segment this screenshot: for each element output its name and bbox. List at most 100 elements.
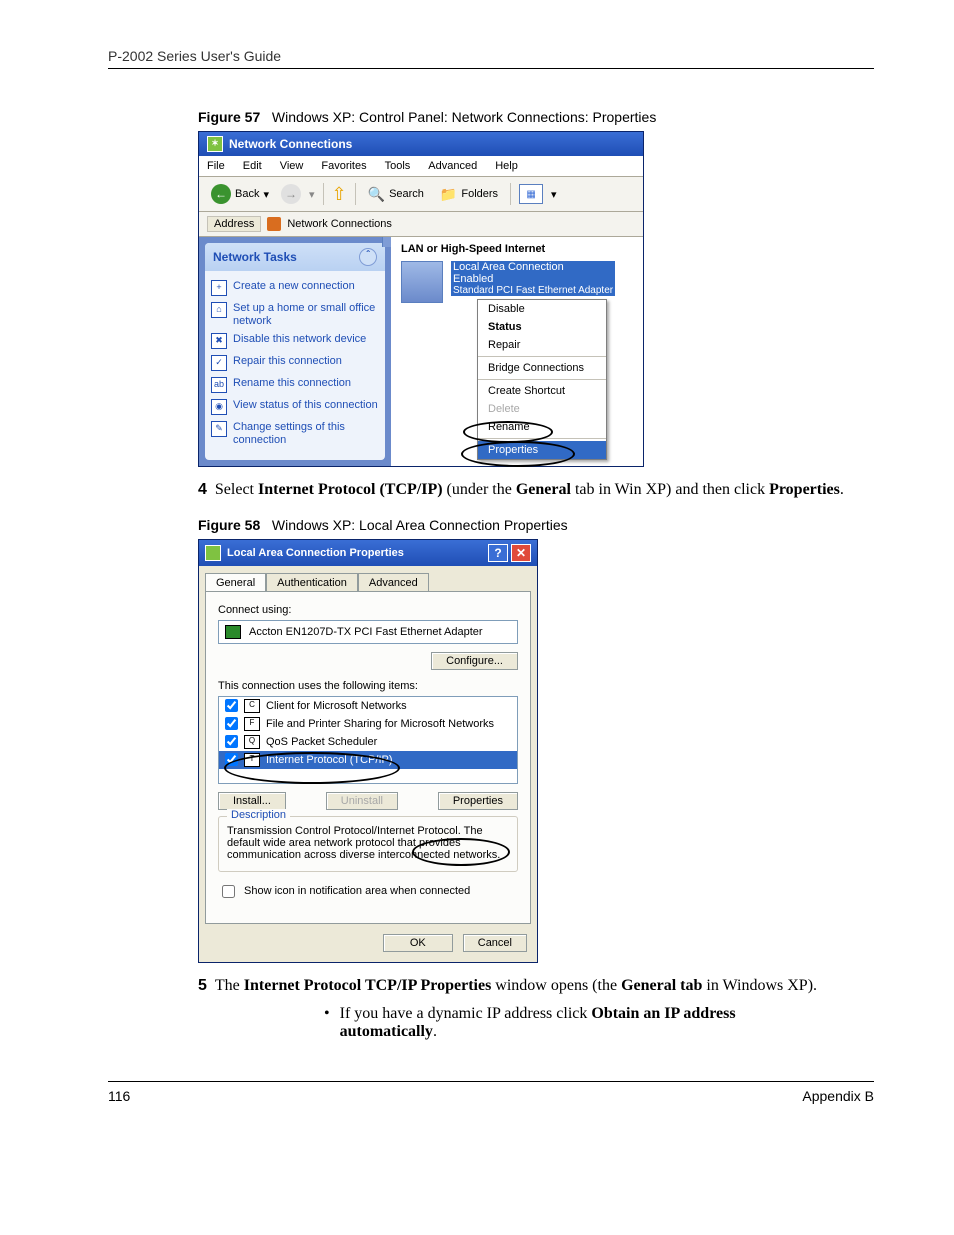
- nc-titlebar[interactable]: ✶ Network Connections: [199, 132, 643, 156]
- task-label: Repair this connection: [233, 355, 342, 368]
- back-dropdown-icon[interactable]: ▾: [263, 188, 269, 201]
- menu-help[interactable]: Help: [495, 160, 518, 172]
- menu-advanced[interactable]: Advanced: [428, 160, 477, 172]
- cancel-button[interactable]: Cancel: [463, 934, 527, 952]
- figure57-caption: Figure 57 Windows XP: Control Panel: Net…: [198, 109, 874, 125]
- ctx-repair[interactable]: Repair: [478, 336, 606, 354]
- folders-icon: 📁: [440, 186, 457, 203]
- text: If you have a dynamic IP address click: [340, 1005, 592, 1022]
- search-button[interactable]: 🔍 Search: [364, 185, 428, 204]
- forward-button[interactable]: →: [281, 184, 301, 204]
- task-icon: ✖: [211, 333, 227, 349]
- views-button[interactable]: ▦: [519, 184, 543, 204]
- task-create-connection[interactable]: +Create a new connection: [211, 277, 379, 299]
- figure58-number: Figure 58: [198, 517, 260, 533]
- item-qos[interactable]: QQoS Packet Scheduler: [219, 733, 517, 751]
- connection-context-menu[interactable]: Disable Status Repair Bridge Connections…: [477, 299, 607, 460]
- text: Select: [215, 481, 258, 498]
- ctx-delete: Delete: [478, 400, 606, 418]
- component-icon: C: [244, 699, 260, 713]
- nc-app-icon: ✶: [207, 136, 223, 152]
- uninstall-button: Uninstall: [326, 792, 398, 810]
- task-rename-connection[interactable]: abRename this connection: [211, 374, 379, 396]
- menu-favorites[interactable]: Favorites: [321, 160, 366, 172]
- folders-button[interactable]: 📁 Folders: [436, 185, 502, 204]
- description-text: Transmission Control Protocol/Internet P…: [227, 825, 509, 861]
- task-repair-connection[interactable]: ✓ Repair this connection: [211, 352, 379, 374]
- uses-items-label: This connection uses the following items…: [218, 680, 518, 692]
- back-button[interactable]: ← Back ▾: [207, 183, 273, 205]
- tab-authentication[interactable]: Authentication: [266, 573, 358, 592]
- ctx-status[interactable]: Status: [478, 318, 606, 336]
- adapter-box[interactable]: Accton EN1207D-TX PCI Fast Ethernet Adap…: [218, 620, 518, 644]
- forward-dropdown-icon[interactable]: ▾: [309, 188, 315, 201]
- connection-state: Enabled: [451, 273, 615, 285]
- notify-checkbox[interactable]: [222, 885, 235, 898]
- item-client[interactable]: C Client for Microsoft Networks: [219, 697, 517, 715]
- task-disable-device[interactable]: ✖ Disable this network device: [211, 330, 379, 352]
- menu-view[interactable]: View: [280, 160, 304, 172]
- item-label: Client for Microsoft Networks: [266, 700, 407, 712]
- views-dropdown-icon[interactable]: ▾: [551, 188, 557, 201]
- folders-label: Folders: [461, 188, 498, 200]
- close-button[interactable]: ✕: [511, 544, 531, 562]
- ctx-bridge[interactable]: Bridge Connections: [478, 359, 606, 377]
- step-5: 5 The Internet Protocol TCP/IP Propertie…: [198, 977, 856, 995]
- ctx-shortcut[interactable]: Create Shortcut: [478, 382, 606, 400]
- text: The: [215, 977, 244, 994]
- item-label: QoS Packet Scheduler: [266, 736, 377, 748]
- items-listbox[interactable]: C Client for Microsoft Networks FFile and…: [218, 696, 518, 784]
- scroll-indicator-icon[interactable]: [382, 237, 391, 247]
- properties-button[interactable]: Properties: [438, 792, 518, 810]
- nc-toolbar[interactable]: ← Back ▾ → ▾ ⇧ 🔍 Search 📁 Folders: [199, 177, 643, 212]
- address-icon: [267, 217, 281, 231]
- task-change-settings[interactable]: ✎Change settings of this connection: [211, 418, 379, 449]
- task-label: Disable this network device: [233, 333, 366, 346]
- item-checkbox[interactable]: [225, 717, 238, 730]
- adapter-name: Accton EN1207D-TX PCI Fast Ethernet Adap…: [249, 626, 483, 638]
- lacp-window: Local Area Connection Properties ? ✕ Gen…: [198, 539, 538, 963]
- task-icon: ✓: [211, 355, 227, 371]
- running-head: P-2002 Series User's Guide: [108, 48, 874, 64]
- search-label: Search: [389, 188, 424, 200]
- network-tasks-header[interactable]: Network Tasks ˆ: [205, 243, 385, 271]
- step-number: 5: [198, 977, 207, 994]
- bold-text: General tab: [621, 977, 702, 994]
- tab-advanced[interactable]: Advanced: [358, 573, 429, 592]
- item-tcpip[interactable]: TInternet Protocol (TCP/IP): [219, 751, 517, 769]
- nc-addressbar[interactable]: Address Network Connections: [199, 212, 643, 237]
- task-setup-home-network[interactable]: ⌂Set up a home or small office network: [211, 299, 379, 330]
- menu-edit[interactable]: Edit: [243, 160, 262, 172]
- ctx-rename[interactable]: Rename: [478, 418, 606, 436]
- nc-content-pane[interactable]: LAN or High-Speed Internet Local Area Co…: [391, 237, 643, 466]
- help-button[interactable]: ?: [488, 544, 508, 562]
- lacp-tabs[interactable]: General Authentication Advanced: [205, 572, 535, 591]
- tab-general[interactable]: General: [205, 573, 266, 592]
- figure57-number: Figure 57: [198, 109, 260, 125]
- lacp-titlebar[interactable]: Local Area Connection Properties ? ✕: [199, 540, 537, 566]
- item-checkbox[interactable]: [225, 735, 238, 748]
- menu-tools[interactable]: Tools: [385, 160, 411, 172]
- ctx-disable[interactable]: Disable: [478, 300, 606, 318]
- up-button[interactable]: ⇧: [332, 184, 347, 205]
- figure57-title: Windows XP: Control Panel: Network Conne…: [272, 109, 656, 125]
- task-view-status[interactable]: ◉View status of this connection: [211, 396, 379, 418]
- search-icon: 🔍: [368, 186, 385, 203]
- address-value: Network Connections: [287, 218, 392, 230]
- item-checkbox[interactable]: [225, 699, 238, 712]
- item-file-print[interactable]: FFile and Printer Sharing for Microsoft …: [219, 715, 517, 733]
- back-label: Back: [235, 188, 259, 200]
- configure-button[interactable]: Configure...: [431, 652, 518, 670]
- collapse-icon[interactable]: ˆ: [359, 248, 377, 266]
- menu-file[interactable]: File: [207, 160, 225, 172]
- ctx-separator: [478, 379, 606, 380]
- ctx-separator: [478, 438, 606, 439]
- bold-text: General: [516, 481, 571, 498]
- description-group: Description Transmission Control Protoco…: [218, 816, 518, 872]
- item-checkbox[interactable]: [225, 753, 238, 766]
- install-button[interactable]: Install...: [218, 792, 286, 810]
- nc-menubar[interactable]: File Edit View Favorites Tools Advanced …: [199, 156, 643, 177]
- ctx-properties[interactable]: Properties: [478, 441, 606, 459]
- ok-button[interactable]: OK: [383, 934, 453, 952]
- local-area-connection-item[interactable]: Local Area Connection Enabled Standard P…: [401, 261, 639, 303]
